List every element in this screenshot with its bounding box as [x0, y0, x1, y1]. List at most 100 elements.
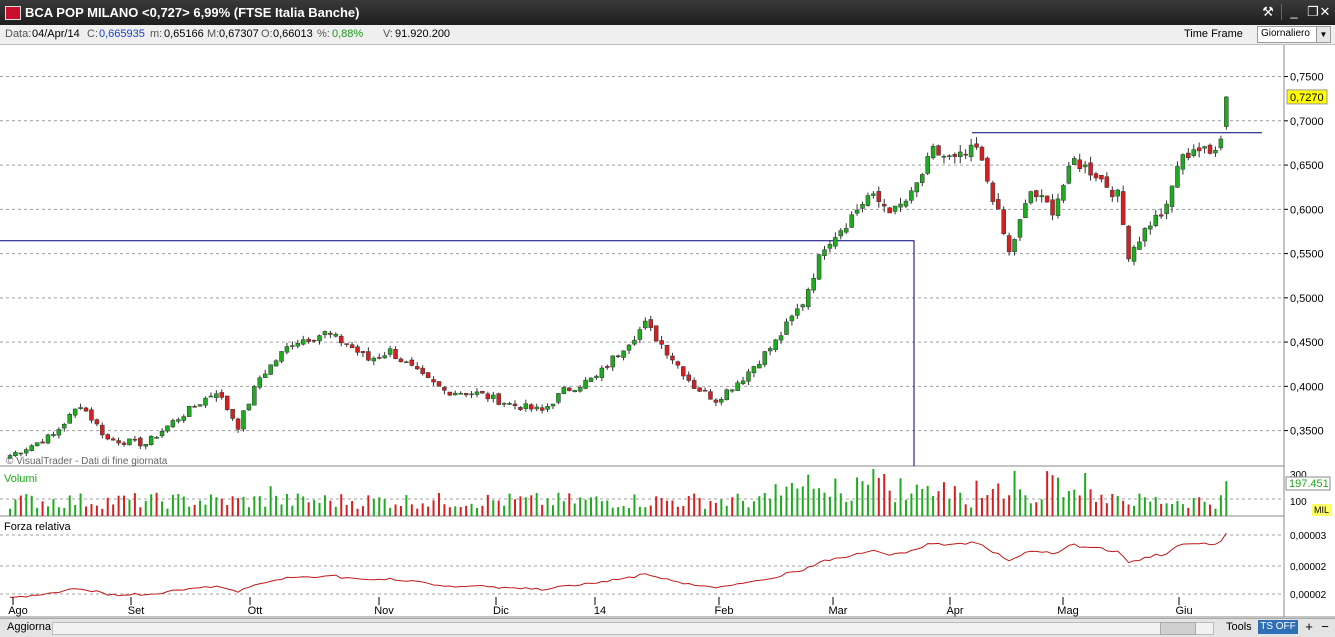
candle-body [979, 146, 985, 161]
candle-body [1012, 239, 1017, 252]
x-tick-label: Feb [715, 605, 734, 617]
candle-body [1158, 214, 1164, 217]
candle-body [708, 391, 713, 400]
candle-body [1196, 147, 1202, 152]
candle-body [72, 408, 78, 416]
candle-body [643, 320, 648, 329]
candle-body [713, 399, 719, 403]
candle-body [947, 155, 952, 157]
candle-body [29, 445, 34, 451]
candle-body [1218, 138, 1224, 149]
rs-tick-label: 0,00003 [1290, 531, 1327, 542]
ts-off-button[interactable]: TS OFF [1258, 620, 1298, 634]
candle-body [143, 444, 148, 447]
candle-body [447, 391, 453, 396]
price-tick-label: 0,5500 [1290, 249, 1324, 261]
drawing-tool-icon[interactable]: ⚒ [1259, 4, 1277, 20]
candle-body [376, 357, 382, 359]
candle-body [1061, 185, 1066, 201]
tools-button[interactable]: Tools [1226, 621, 1252, 633]
zoom-out-button[interactable]: − [1318, 620, 1332, 634]
candle-body [545, 406, 550, 410]
candle-body [1115, 189, 1120, 197]
candle-body [409, 359, 415, 366]
candle-body [805, 289, 811, 308]
candle-body [295, 343, 301, 347]
candle-body [626, 344, 632, 351]
candle-body [648, 319, 653, 328]
candle-body [24, 449, 29, 454]
candle-body [854, 209, 860, 214]
candle-body [534, 406, 539, 410]
candle-body [284, 346, 290, 353]
close-button[interactable]: ✕ [1316, 4, 1334, 20]
candle-body [306, 338, 311, 342]
pct-value: 0,88% [332, 28, 364, 40]
x-tick-label: Dic [493, 605, 509, 617]
open-value: 0,66013 [273, 28, 313, 40]
rs-tick-label: 0,00002 [1290, 562, 1327, 573]
candle-body [496, 393, 501, 405]
horizontal-scrollbar[interactable] [52, 622, 1214, 635]
candle-body [78, 407, 83, 409]
candle-body [974, 143, 979, 148]
candle-body [719, 399, 724, 403]
candle-body [491, 394, 496, 399]
candle-body [176, 419, 181, 422]
candle-body [963, 153, 968, 156]
candle-body [469, 393, 474, 396]
candle-body [1082, 164, 1088, 168]
chart-area[interactable]: 0,3500 0,4000 0,4500 0,5000 0,5500 0,6000 0,65… [0, 45, 1335, 618]
bottom-bar: Aggiorna Tools TS OFF + − [0, 618, 1335, 637]
candle-body [784, 321, 789, 335]
candle-body [404, 361, 409, 364]
candle-body [62, 424, 67, 429]
candle-body [360, 351, 366, 353]
x-tick-label: Giu [1175, 605, 1192, 617]
candle-body [1039, 195, 1044, 198]
candle-body [40, 441, 45, 444]
candle-body [1088, 162, 1093, 176]
candle-body [1120, 191, 1126, 225]
refresh-button[interactable]: Aggiorna [7, 621, 51, 633]
candle-body [876, 191, 882, 202]
candle-body [257, 377, 263, 388]
candle-body [583, 379, 588, 389]
candle-body [338, 335, 344, 344]
candle-body [311, 339, 317, 342]
candle-body [453, 392, 458, 396]
x-tick-label: Ago [8, 605, 28, 617]
pane-separators [0, 45, 1335, 618]
time-axis: Ago Set Ott Nov Dic 14 Feb Mar Apr Mag Giu [8, 597, 1193, 617]
candle-body [615, 355, 621, 358]
volume-tick-label: 100 [1290, 497, 1307, 508]
volume-value: 91.920.200 [395, 28, 451, 40]
candle-body [366, 351, 371, 361]
timeframe-label: Time Frame [1184, 28, 1243, 40]
candle-body [757, 364, 762, 369]
volume-bars [9, 469, 1228, 516]
scrollbar-thumb[interactable] [1160, 622, 1196, 635]
candle-body [811, 277, 816, 291]
candle-body [431, 379, 436, 383]
pct-label: %: [317, 28, 330, 40]
zoom-in-button[interactable]: + [1302, 620, 1316, 634]
price-tick-label: 0,4500 [1290, 337, 1324, 349]
candle-body [300, 339, 306, 345]
candle-body [56, 429, 62, 436]
candle-body [398, 358, 404, 363]
timeframe-select[interactable]: Giornaliero ▼ [1257, 26, 1331, 43]
candle-body [860, 204, 865, 209]
candle-body [594, 375, 599, 378]
minimize-button[interactable]: _ [1285, 4, 1303, 20]
candle-body [816, 254, 822, 280]
candle-body [279, 351, 284, 362]
candle-body [702, 390, 708, 392]
candle-body [529, 404, 534, 410]
candle-body [235, 418, 241, 430]
chevron-down-icon[interactable]: ▼ [1316, 27, 1330, 42]
candle-body [1137, 241, 1142, 250]
info-bar: Data: 04/Apr/14 C: 0,665935 m: 0,65166 M… [0, 25, 1335, 45]
candle-body [1224, 96, 1229, 127]
candle-body [849, 214, 854, 228]
